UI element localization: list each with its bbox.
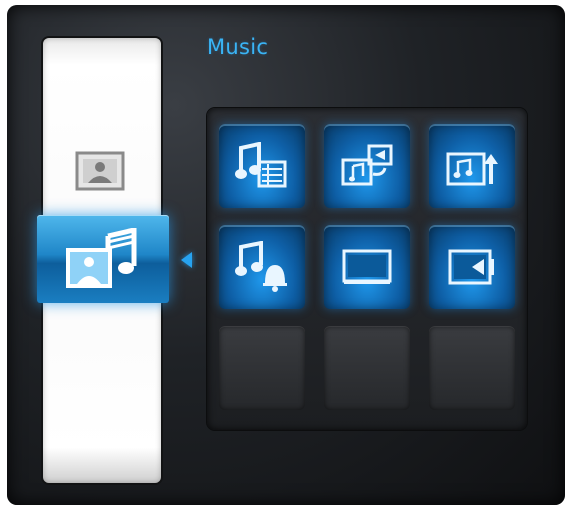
grid-cell-screen[interactable] — [324, 225, 410, 309]
grid-cell-empty — [429, 326, 515, 410]
music-playlist-icon — [235, 142, 289, 190]
video-icon — [446, 245, 498, 289]
slideshow-music-icon — [339, 142, 395, 190]
photo-icon — [75, 151, 125, 191]
grid-cell-video[interactable] — [429, 225, 515, 309]
grid-cell-slideshow-music[interactable] — [324, 124, 410, 208]
grid-cell-empty — [324, 326, 410, 410]
page-title: Music — [207, 35, 269, 59]
photo-music-icon — [64, 228, 142, 290]
grid-cell-music-alarm[interactable] — [219, 225, 305, 309]
grid-cell-music-upload[interactable] — [429, 124, 515, 208]
screen-icon — [341, 247, 393, 287]
grid-cell-empty — [219, 326, 305, 410]
music-alarm-icon — [235, 241, 289, 293]
sidebar-item-photo-music[interactable] — [37, 215, 169, 303]
screen: Music — [7, 5, 565, 505]
sidebar-item-photo[interactable] — [70, 148, 130, 194]
function-grid — [207, 108, 527, 430]
grid-cell-music-playlist[interactable] — [219, 124, 305, 208]
selection-pointer-icon — [181, 252, 192, 268]
music-upload-icon — [444, 142, 500, 190]
